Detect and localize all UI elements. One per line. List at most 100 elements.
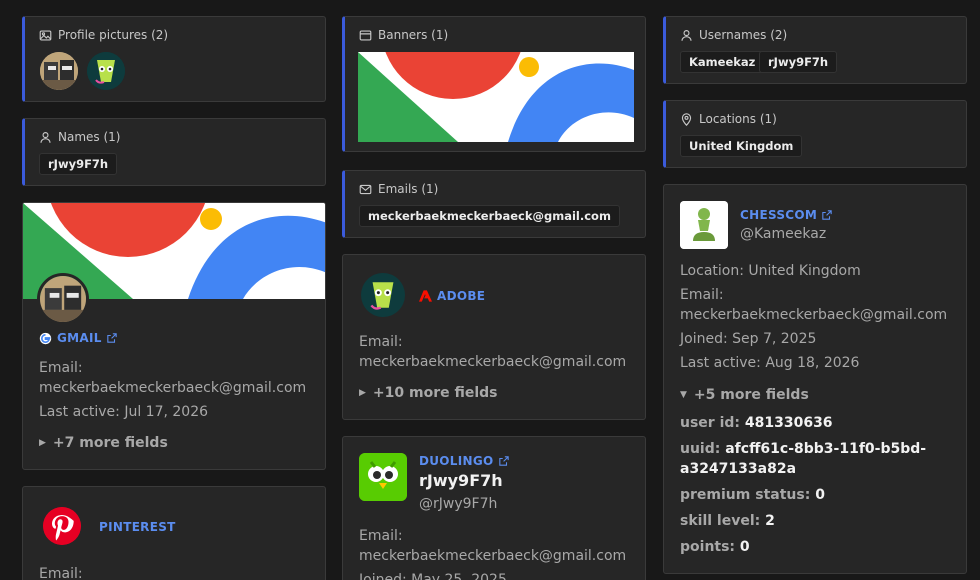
duolingo-joined: Joined: May 25, 2025 [359,572,507,580]
field-key: uuid: [680,441,721,457]
names-header: Names (1) [39,130,120,144]
pin-icon [681,112,692,126]
location-chip[interactable]: United Kingdom [680,135,803,157]
chesscom-uuid-field-cont: a3247133a82a [680,461,796,477]
chesscom-site-label: CHESSCOM [740,208,818,222]
banner-image[interactable] [358,52,634,142]
field-value: 0 [815,487,825,503]
mail-icon [359,184,372,194]
image-icon [39,29,52,41]
google-logo-icon [39,332,52,344]
pinterest-email-label: Email: [39,566,83,580]
emails-header: Emails (1) [359,182,438,196]
name-chip[interactable]: rJwy9F7h [39,153,118,175]
duolingo-card: DUOLINGO rJwy9F7h @rJwy9F7h Email: mecke… [342,436,646,580]
expand-arrow-icon: ▶ [359,388,366,398]
banners-label: Banners (1) [378,28,449,42]
chesscom-site-link[interactable]: CHESSCOM [740,208,832,222]
chesscom-skill-level-field: skill level: 2 [680,513,775,529]
collapse-arrow-icon: ▼ [680,390,687,400]
usernames-card: Usernames (2) Kameekaz rJwy9F7h [663,16,967,84]
usernames-label: Usernames (2) [699,28,788,42]
duolingo-email-value: meckerbaekmeckerbaeck@gmail.com [359,548,627,564]
duolingo-handle: @rJwy9F7h [419,496,498,512]
duolingo-site-label: DUOLINGO [419,454,494,468]
field-key: premium status: [680,487,811,503]
usernames-header: Usernames (2) [680,28,787,42]
gmail-last-active: Last active: Jul 17, 2026 [39,404,209,420]
gmail-site-link[interactable]: GMAIL [39,331,117,345]
adobe-card: ADOBE Email: meckerbaekmeckerbaeck@gmail… [342,254,646,420]
username-chip-1[interactable]: Kameekaz [680,51,765,73]
gmail-more-fields-toggle[interactable]: ▶ +7 more fields [39,435,168,451]
adobe-more-fields-toggle[interactable]: ▶ +10 more fields [359,385,498,401]
field-value: 0 [739,539,750,555]
pinterest-card: PINTEREST Email: [22,486,326,580]
field-key: points: [680,539,736,555]
chesscom-more-fields-label: +5 more fields [693,387,809,403]
gmail-more-fields-label: +7 more fields [52,435,168,451]
chesscom-uuid-field: uuid: afcff61c-8bb3-11f0-b5bd- [680,441,926,457]
gmail-email-value: meckerbaekmeckerbaeck@gmail.com [39,380,307,396]
emails-card: Emails (1) meckerbaekmeckerbaeck@gmail.c… [342,170,646,238]
profile-pictures-card: Profile pictures (2) [22,16,326,102]
gmail-card: GMAIL Email: meckerbaekmeckerbaeck@gmail… [22,202,326,470]
field-key: user id: [680,415,740,431]
profile-pictures-header: Profile pictures (2) [39,28,168,42]
chesscom-joined: Joined: Sep 7, 2025 [680,331,817,347]
adobe-site-label: ADOBE [437,289,486,303]
chesscom-location: Location: United Kingdom [680,263,861,279]
field-key: skill level: [680,513,761,529]
banners-card: Banners (1) [342,16,646,152]
external-link-icon [106,333,117,343]
external-link-icon [498,456,509,466]
pinterest-logo[interactable] [43,507,81,545]
adobe-more-fields-label: +10 more fields [372,385,498,401]
profile-picture-2[interactable] [87,52,125,90]
adobe-email-value: meckerbaekmeckerbaeck@gmail.com [359,354,627,370]
adobe-site-link[interactable]: ADOBE [419,289,485,303]
pinterest-site-label: PINTEREST [99,520,176,534]
duolingo-display-name: rJwy9F7h [419,471,503,490]
external-link-icon [822,210,832,220]
chesscom-last-active: Last active: Aug 18, 2026 [680,355,860,371]
banners-header: Banners (1) [359,28,448,42]
gmail-email-label: Email: [39,360,83,376]
locations-card: Locations (1) United Kingdom [663,100,967,168]
pinterest-site-link[interactable]: PINTEREST [99,520,176,534]
chesscom-email-value: meckerbaekmeckerbaeck@gmail.com [680,307,948,323]
emails-label: Emails (1) [378,182,439,196]
chesscom-handle: @Kameekaz [740,226,827,242]
names-card: Names (1) rJwy9F7h [22,118,326,186]
adobe-email-label: Email: [359,334,403,350]
duolingo-site-link[interactable]: DUOLINGO [419,454,509,468]
gmail-site-label: GMAIL [57,331,102,345]
chesscom-card: CHESSCOM @Kameekaz Location: United King… [663,184,967,574]
chesscom-points-field: points: 0 [680,539,750,555]
duolingo-logo[interactable] [359,453,407,501]
chesscom-user-id-field: user id: 481330636 [680,415,833,431]
adobe-avatar[interactable] [361,273,405,317]
field-value: 481330636 [744,415,833,431]
locations-header: Locations (1) [680,112,777,126]
username-chip-2[interactable]: rJwy9F7h [759,51,838,73]
window-icon [359,29,372,41]
gmail-avatar[interactable] [37,273,89,325]
chesscom-more-fields-toggle[interactable]: ▼ +5 more fields [680,387,809,403]
chesscom-premium-status-field: premium status: 0 [680,487,825,503]
user-icon [40,131,51,143]
names-label: Names (1) [58,130,121,144]
chesscom-email-label: Email: [680,287,724,303]
field-value: afcff61c-8bb3-11f0-b5bd- [725,441,927,457]
duolingo-email-label: Email: [359,528,403,544]
field-value: a3247133a82a [680,461,797,477]
profile-picture-1[interactable] [40,52,78,90]
user-icon [681,29,692,41]
field-value: 2 [765,513,775,529]
profile-pictures-label: Profile pictures (2) [58,28,169,42]
expand-arrow-icon: ▶ [39,438,46,448]
chesscom-logo[interactable] [680,201,728,249]
email-chip[interactable]: meckerbaekmeckerbaeck@gmail.com [359,205,620,227]
locations-label: Locations (1) [699,112,777,126]
adobe-logo-icon [419,290,432,302]
